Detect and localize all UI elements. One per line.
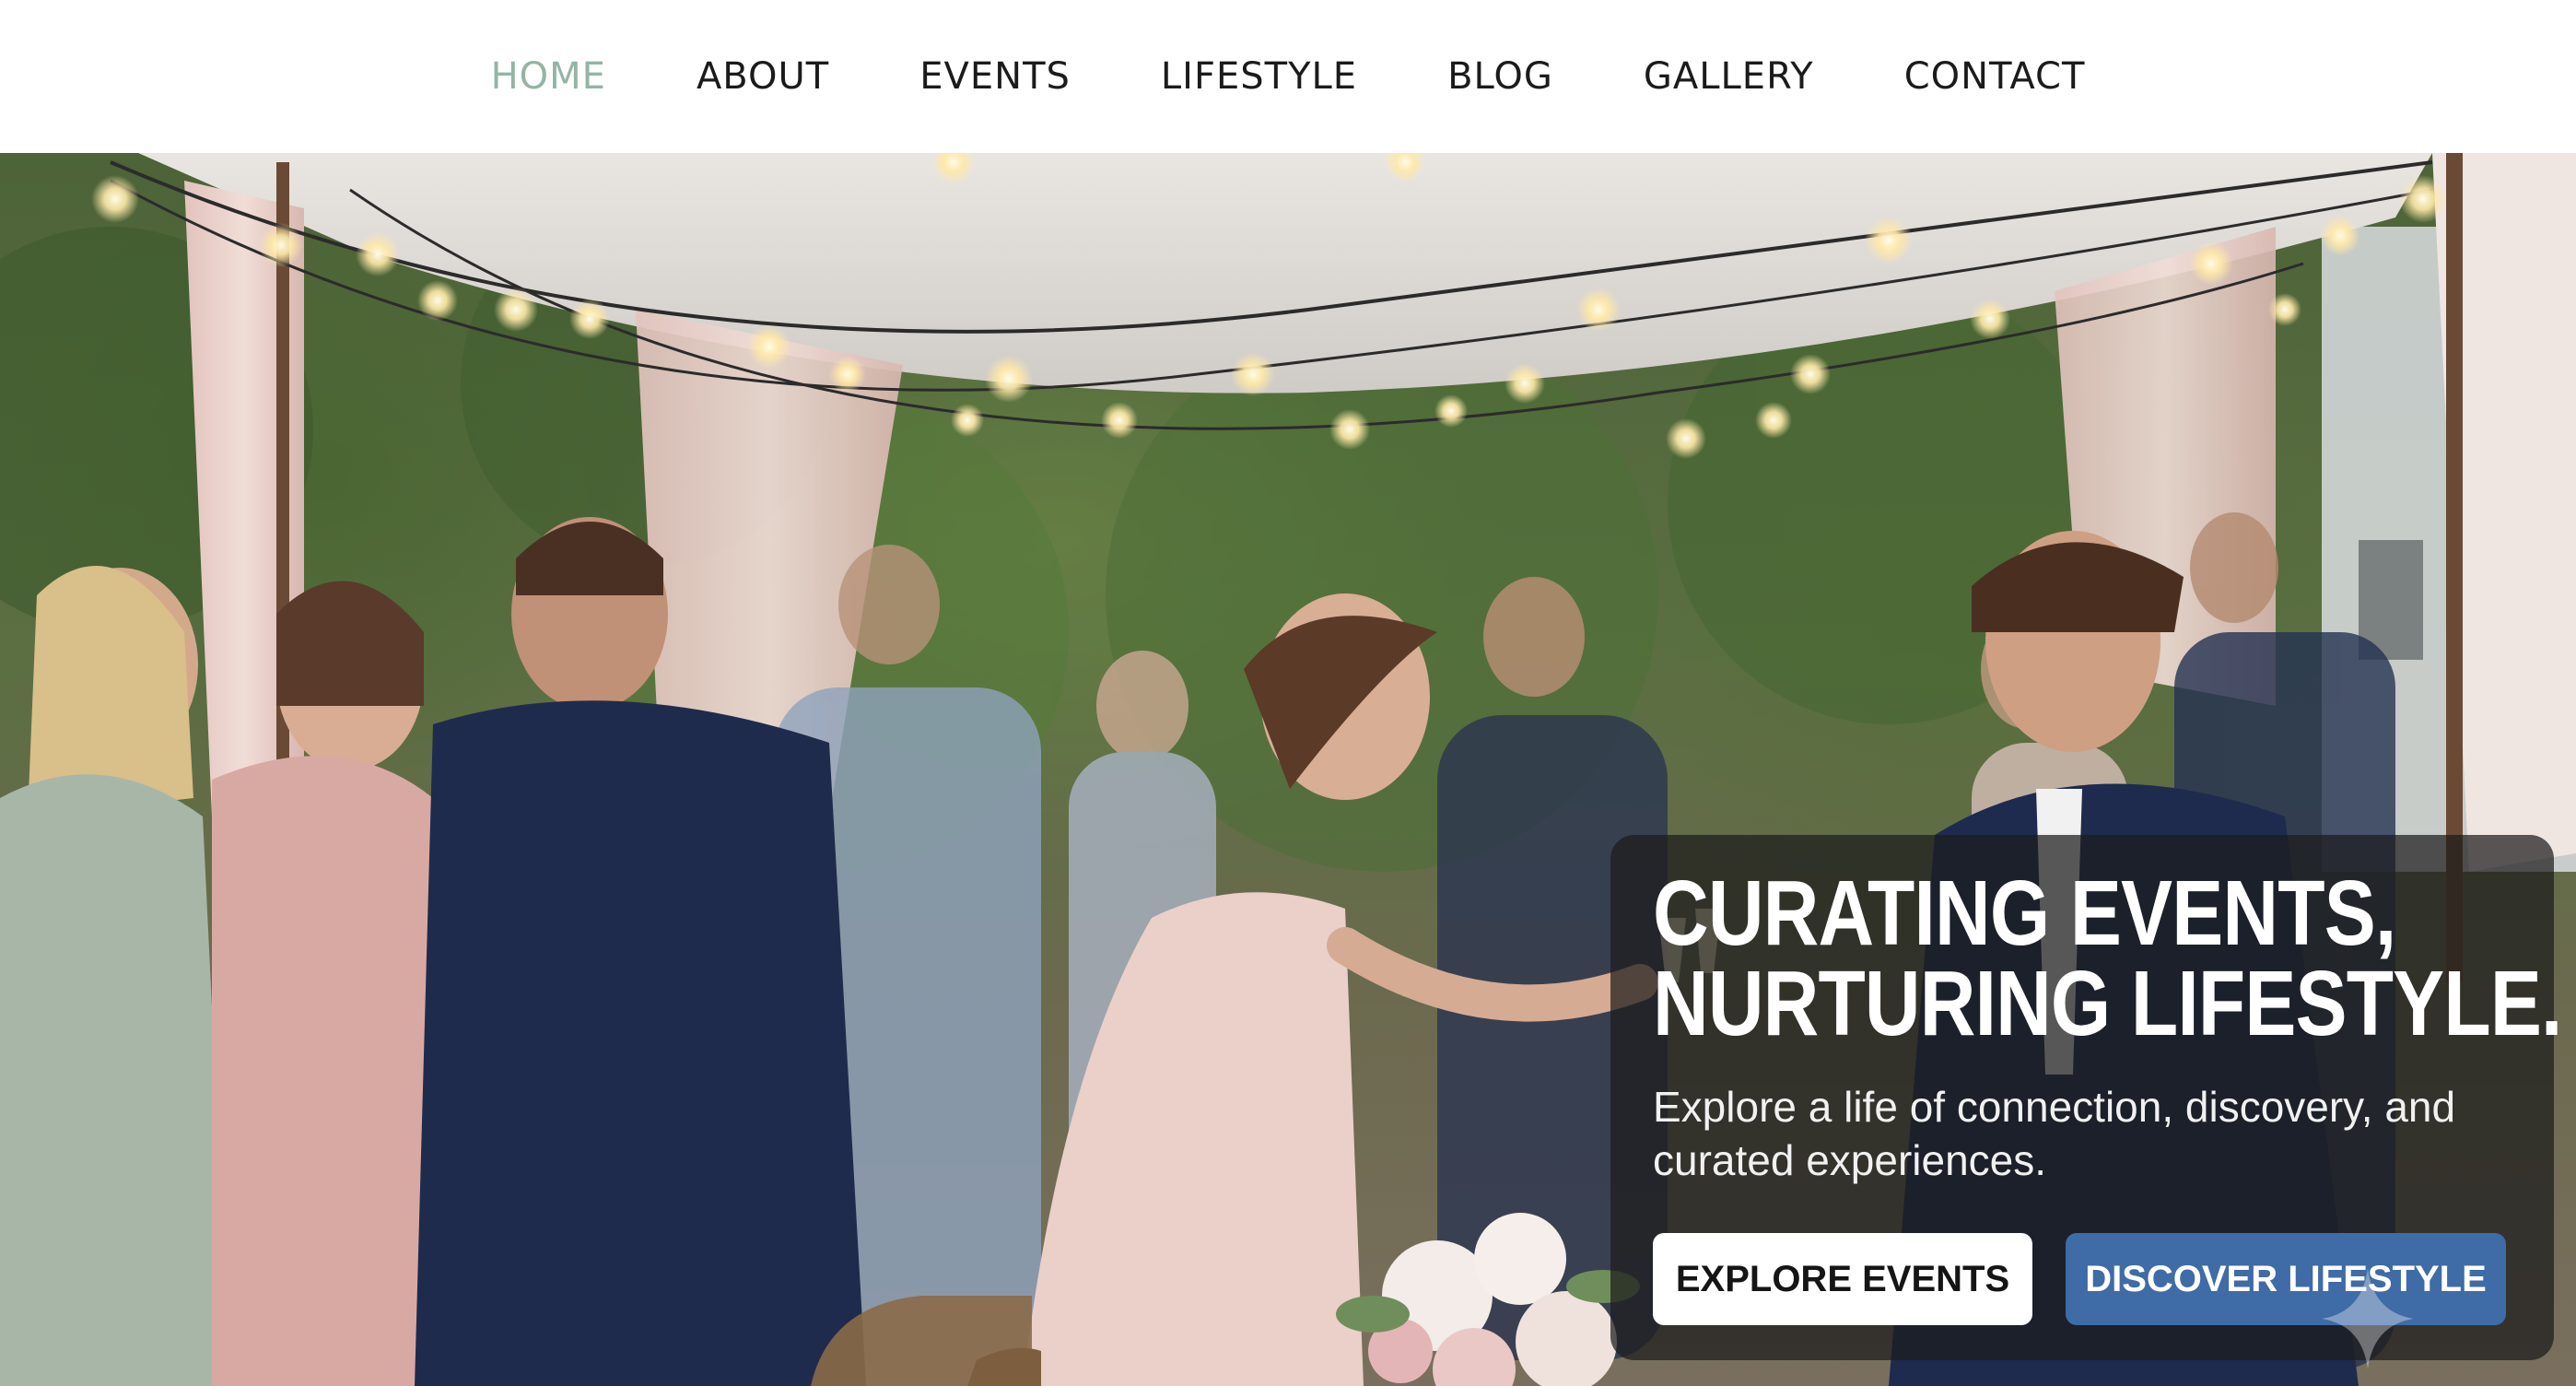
nav-item-about[interactable]: ABOUT [651, 0, 874, 153]
nav-item-contact[interactable]: CONTACT [1859, 0, 2131, 153]
hero-title-line1: CURATING EVENTS, [1653, 862, 2396, 965]
nav-list: HOME ABOUT EVENTS LIFESTYLE BLOG GALLERY… [446, 0, 2131, 153]
sparkle-icon [2322, 1268, 2414, 1369]
discover-lifestyle-button[interactable]: DISCOVER LIFESTYLE [2066, 1233, 2506, 1325]
hero-title: CURATING EVENTS, NURTURING LIFESTYLE. [1653, 862, 2562, 1055]
nav-item-blog[interactable]: BLOG [1402, 0, 1598, 153]
explore-events-button[interactable]: EXPLORE EVENTS [1653, 1233, 2032, 1325]
nav-item-events[interactable]: EVENTS [874, 0, 1116, 153]
nav-item-gallery[interactable]: GALLERY [1598, 0, 1859, 153]
hero-subtitle: Explore a life of connection, discovery,… [1653, 1083, 2456, 1184]
main-navigation: HOME ABOUT EVENTS LIFESTYLE BLOG GALLERY… [0, 0, 2576, 153]
hero-title-line2: NURTURING LIFESTYLE. [1653, 952, 2562, 1055]
hero-section: CURATING EVENTS, NURTURING LIFESTYLE. Ex… [0, 153, 2576, 1386]
nav-item-lifestyle[interactable]: LIFESTYLE [1116, 0, 1402, 153]
nav-item-home[interactable]: HOME [446, 0, 651, 153]
hero-card: CURATING EVENTS, NURTURING LIFESTYLE. Ex… [1610, 835, 2562, 1369]
